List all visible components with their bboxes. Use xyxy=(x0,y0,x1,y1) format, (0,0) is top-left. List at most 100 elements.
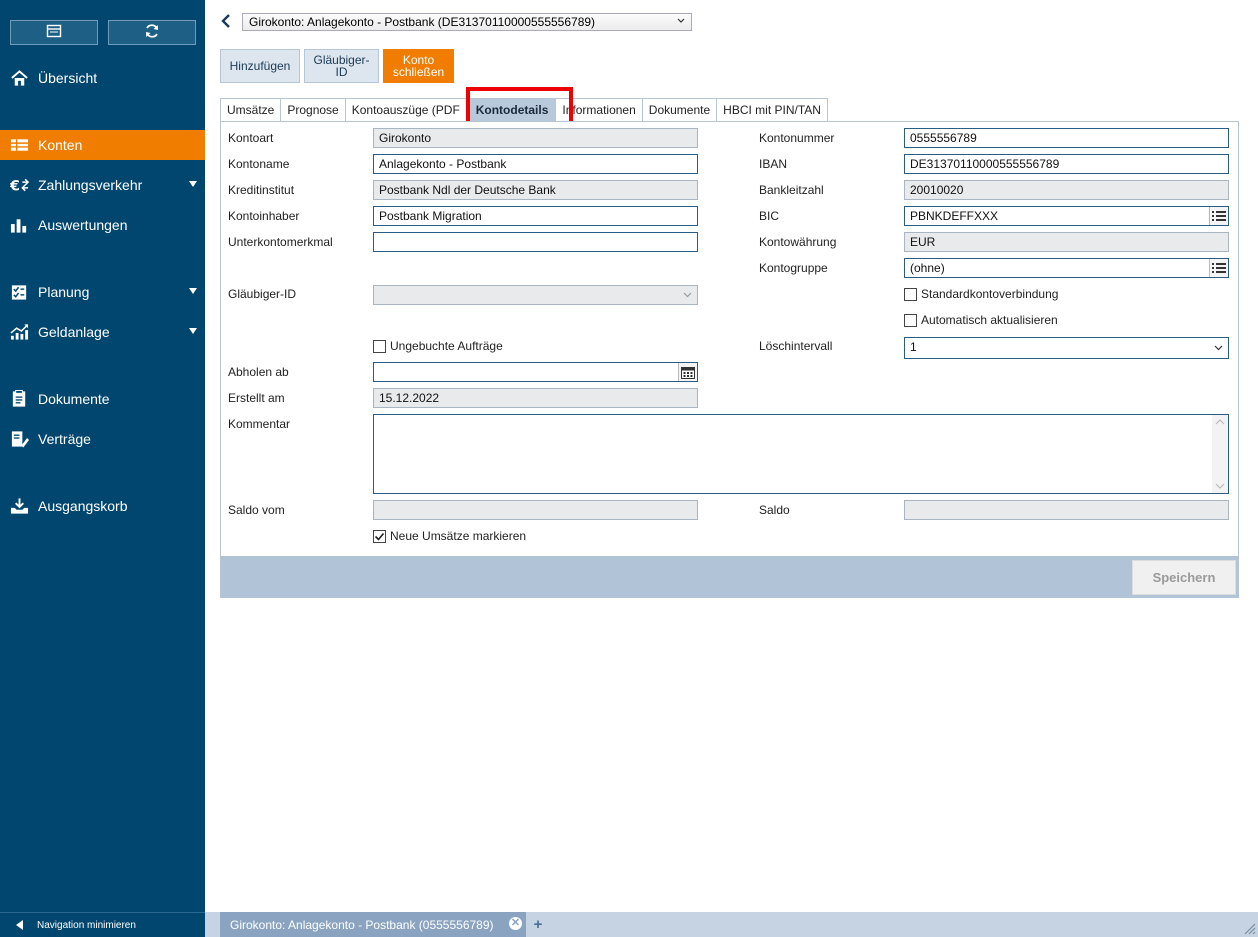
account-select[interactable]: Girokonto: Anlagekonto - Postbank (DE313… xyxy=(242,13,692,31)
tab-informationen[interactable]: Informationen xyxy=(555,98,642,121)
nav-item-planning[interactable]: Planung xyxy=(0,277,205,307)
automatisch-aktualisieren-label: Automatisch aktualisieren xyxy=(921,313,1058,327)
tab-umsaetze[interactable]: Umsätze xyxy=(220,98,281,121)
nav-item-reports[interactable]: Auswertungen xyxy=(0,210,205,240)
planning-icon xyxy=(0,283,38,301)
nav-item-overview[interactable]: Übersicht xyxy=(0,63,205,93)
ungebuchte-auftraege-checkbox[interactable]: Ungebuchte Aufträge xyxy=(373,339,503,353)
label-erstellt-am: Erstellt am xyxy=(228,391,285,405)
bic-field[interactable]: PBNKDEFFXXX xyxy=(904,206,1229,226)
chevron-down-icon[interactable] xyxy=(189,288,197,294)
chevron-down-icon[interactable] xyxy=(189,328,197,334)
nav-label: Auswertungen xyxy=(38,217,128,233)
nav-item-documents[interactable]: Dokumente xyxy=(0,384,205,414)
form-footer: Speichern xyxy=(221,556,1238,598)
unterkontomerkmal-field[interactable] xyxy=(373,232,698,252)
nav-label: Übersicht xyxy=(38,70,98,86)
loeschintervall-select[interactable]: 1 xyxy=(904,337,1229,359)
nav-label: Planung xyxy=(38,284,90,300)
nav-item-contracts[interactable]: Verträge xyxy=(0,424,205,454)
back-button[interactable] xyxy=(220,13,232,29)
abholen-ab-date-field[interactable] xyxy=(373,362,698,382)
creditor-id-button[interactable]: Gläubiger- ID xyxy=(304,49,379,83)
label-saldo-vom: Saldo vom xyxy=(228,503,285,517)
nav-item-outbox[interactable]: Ausgangskorb xyxy=(0,491,205,521)
euro-transfer-icon: € xyxy=(0,176,38,194)
label-kontogruppe: Kontogruppe xyxy=(759,261,828,275)
kontogruppe-field[interactable]: (ohne) xyxy=(904,258,1229,278)
kontogruppe-value: (ohne) xyxy=(910,261,945,275)
resize-grip-icon[interactable] xyxy=(1242,921,1256,935)
saldo-field xyxy=(904,500,1229,520)
refresh-button[interactable] xyxy=(108,20,196,45)
refresh-icon xyxy=(144,23,160,42)
nav-item-payments[interactable]: € Zahlungsverkehr xyxy=(0,170,205,200)
list-icon[interactable] xyxy=(1209,207,1228,225)
label-loeschintervall: Löschintervall xyxy=(759,339,833,353)
document-tab-bar: Girokonto: Anlagekonto - Postbank (05555… xyxy=(205,912,1258,937)
glaeubiger-id-select[interactable] xyxy=(373,285,698,305)
standardkontoverbindung-checkbox[interactable]: Standardkontoverbindung xyxy=(904,287,1058,301)
kontoinhaber-field[interactable]: Postbank Migration xyxy=(373,206,698,226)
tab-kontodetails[interactable]: Kontodetails xyxy=(467,98,556,121)
bic-value: PBNKDEFFXXX xyxy=(910,209,999,223)
close-account-button-label: Konto schließen xyxy=(393,54,444,78)
erstellt-am-field: 15.12.2022 xyxy=(373,388,698,408)
bar-chart-icon xyxy=(0,216,38,234)
label-kreditinstitut: Kreditinstitut xyxy=(228,183,295,197)
nav-item-accounts[interactable]: Konten xyxy=(0,130,205,160)
checkbox-box[interactable] xyxy=(904,313,917,327)
kontonummer-field[interactable]: 0555556789 xyxy=(904,128,1229,148)
add-button-label: Hinzufügen xyxy=(229,59,291,73)
add-tab-button[interactable]: + xyxy=(526,912,550,937)
tab-kontoauszuege[interactable]: Kontoauszüge (PDF xyxy=(344,98,468,121)
label-kommentar: Kommentar xyxy=(228,417,291,431)
nav-label: Ausgangskorb xyxy=(38,498,128,514)
checkbox-box[interactable] xyxy=(904,287,917,301)
iban-field[interactable]: DE31370110000555556789 xyxy=(904,154,1229,174)
label-kontowaehrung: Kontowährung xyxy=(759,235,837,249)
neue-umsaetze-checkbox[interactable]: Neue Umsätze markieren xyxy=(373,529,526,543)
label-kontonummer: Kontonummer xyxy=(759,131,835,145)
nav-item-investment[interactable]: Geldanlage xyxy=(0,317,205,347)
bankleitzahl-field: 20010020 xyxy=(904,180,1229,200)
tab-dokumente[interactable]: Dokumente xyxy=(641,98,717,121)
label-unterkontomerkmal: Unterkontomerkmal xyxy=(228,235,333,249)
scrollbar[interactable] xyxy=(1212,415,1228,493)
close-account-label-line2: schließen xyxy=(392,65,445,79)
label-bankleitzahl: Bankleitzahl xyxy=(759,183,824,197)
tab-hbci[interactable]: HBCI mit PIN/TAN xyxy=(716,98,828,121)
account-details-form: Kontoart Kontoname Kreditinstitut Kontoi… xyxy=(220,121,1239,598)
svg-text:€: € xyxy=(10,179,20,194)
kontoart-field: Girokonto xyxy=(373,128,698,148)
save-button[interactable]: Speichern xyxy=(1132,560,1236,595)
document-tab-label: Girokonto: Anlagekonto - Postbank (05555… xyxy=(230,917,494,932)
automatisch-aktualisieren-checkbox[interactable]: Automatisch aktualisieren xyxy=(904,313,1058,327)
tab-bar: Umsätze Prognose Kontoauszüge (PDF Konto… xyxy=(220,98,828,121)
chevron-down-icon[interactable] xyxy=(189,181,197,187)
ungebuchte-auftraege-label: Ungebuchte Aufträge xyxy=(390,339,503,353)
account-select-value: Girokonto: Anlagekonto - Postbank (DE313… xyxy=(249,15,596,29)
chevron-down-icon xyxy=(1214,345,1223,351)
calendar-icon[interactable] xyxy=(678,363,697,381)
contracts-icon xyxy=(0,430,38,448)
label-abholen-ab: Abholen ab xyxy=(228,365,289,379)
sidebar: Übersicht Konten € Zahlungsverkehr Auswe… xyxy=(0,0,205,937)
list-icon[interactable] xyxy=(1209,259,1228,277)
checkbox-box[interactable] xyxy=(373,339,386,353)
window-button[interactable] xyxy=(10,20,98,45)
kommentar-textarea[interactable] xyxy=(373,414,1229,494)
document-tab-girokonto[interactable]: Girokonto: Anlagekonto - Postbank (05555… xyxy=(220,912,526,937)
checkbox-box[interactable] xyxy=(373,529,386,543)
navigation-minimize-button[interactable]: Navigation minimieren xyxy=(0,912,205,937)
add-button[interactable]: Hinzufügen xyxy=(220,49,300,83)
close-account-button[interactable]: Konto schließen xyxy=(383,49,454,83)
standardkontoverbindung-label: Standardkontoverbindung xyxy=(921,287,1059,301)
tab-prognose[interactable]: Prognose xyxy=(280,98,345,121)
close-icon[interactable]: ✕ xyxy=(509,917,522,930)
neue-umsaetze-label: Neue Umsätze markieren xyxy=(390,529,527,543)
creditor-id-label-line2: ID xyxy=(335,65,348,79)
kontoname-field[interactable]: Anlagekonto - Postbank xyxy=(373,154,698,174)
label-glaeubiger-id: Gläubiger-ID xyxy=(228,287,297,301)
window-icon xyxy=(46,23,62,42)
